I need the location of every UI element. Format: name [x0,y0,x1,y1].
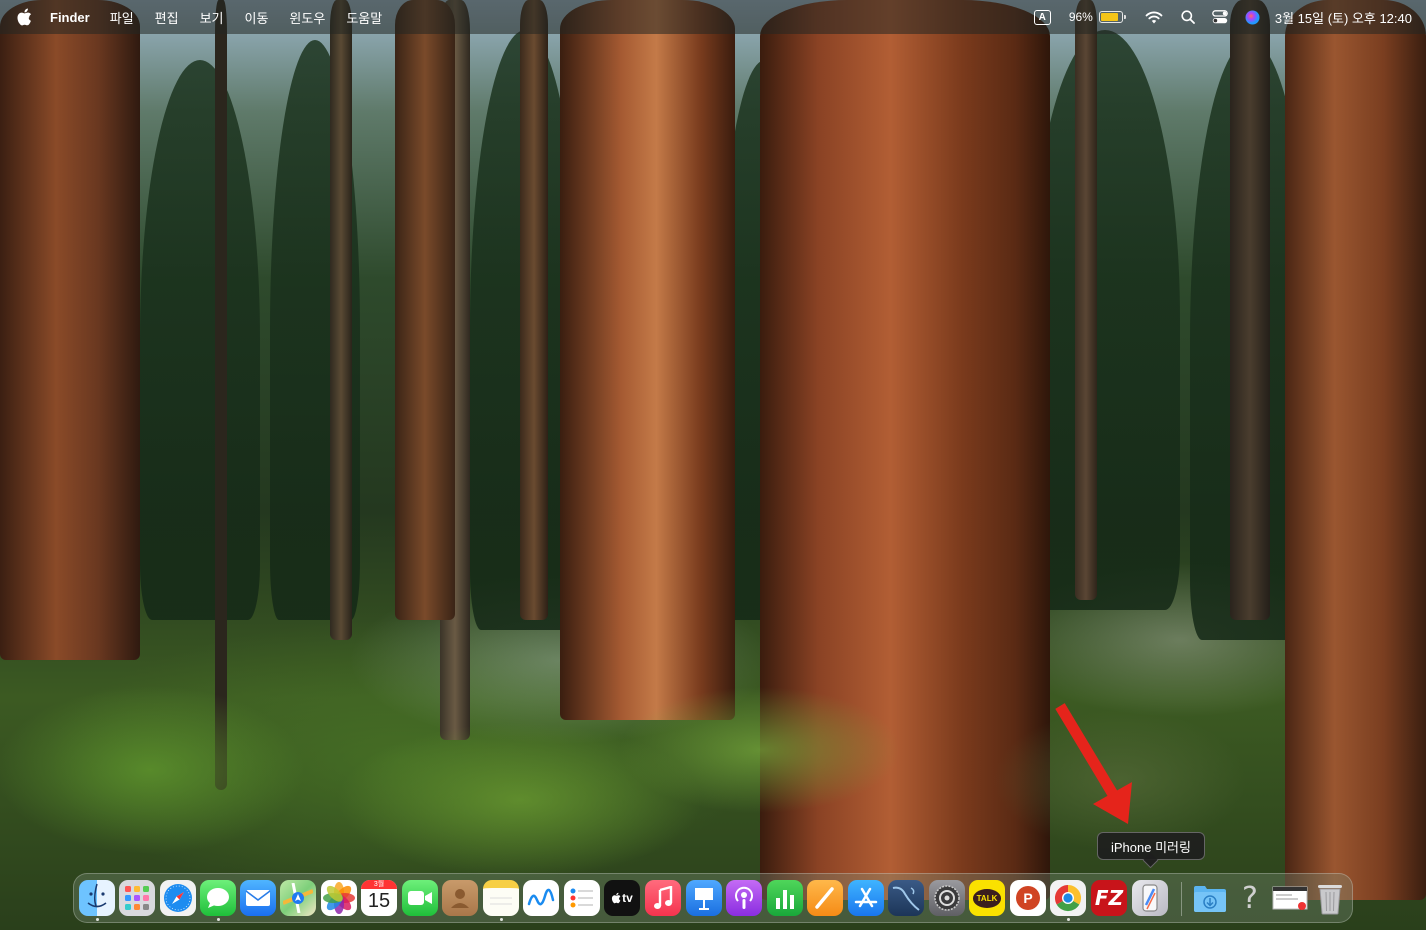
battery-icon[interactable] [1098,11,1126,23]
mail-icon[interactable] [240,880,276,916]
menu-view[interactable]: 보기 [200,8,224,27]
kakaotalk-label: TALK [972,888,1002,908]
desktop-wallpaper [0,0,1426,930]
dock-tooltip: iPhone 미러링 [1097,832,1205,860]
running-indicator [499,918,503,921]
question-mark-label: ? [1242,880,1258,916]
calendar-icon[interactable]: 3월 15 [361,880,397,916]
filezilla-label: FZ [1094,886,1124,910]
numbers-icon[interactable] [767,880,803,916]
facetime-icon[interactable] [402,880,438,916]
apple-tv-icon[interactable]: tv [604,880,640,916]
running-indicator [216,918,220,921]
calendar-month: 3월 [361,880,397,889]
dock: 3월 15 tv TALK P FZ ? [73,873,1353,923]
chrome-icon[interactable] [1050,880,1086,916]
menu-edit[interactable]: 편집 [155,8,179,27]
dock-separator [1181,882,1182,916]
menu-file[interactable]: 파일 [110,8,134,27]
apple-tv-label: tv [622,891,633,905]
contacts-icon[interactable] [442,880,478,916]
menu-window[interactable]: 윈도우 [289,8,325,27]
pages-icon[interactable] [807,880,843,916]
notes-icon[interactable] [483,880,519,916]
music-icon[interactable] [645,880,681,916]
menu-app-finder[interactable]: Finder [50,10,90,25]
powerpoint-label: P [1016,886,1040,910]
apple-icon[interactable] [16,8,32,26]
red-annotation-arrow [1055,703,1132,824]
filezilla-icon[interactable]: FZ [1091,880,1127,916]
freeform-icon[interactable] [523,880,559,916]
calendar-day: 15 [367,890,391,912]
mysql-workbench-icon[interactable] [888,880,924,916]
control-center-icon[interactable] [1212,10,1228,24]
question-mark-icon[interactable]: ? [1232,880,1268,916]
battery-percent: 96% [1068,10,1093,24]
photos-icon[interactable] [321,880,357,916]
menu-go[interactable]: 이동 [245,8,269,27]
downloads-folder-icon[interactable] [1192,880,1228,916]
powerpoint-icon[interactable]: P [1010,880,1046,916]
tooltip-label: iPhone 미러링 [1111,839,1191,855]
system-settings-icon[interactable] [929,880,965,916]
finder-icon[interactable] [79,880,115,916]
app-store-icon[interactable] [848,880,884,916]
running-indicator [95,918,99,921]
podcasts-icon[interactable] [726,880,762,916]
wifi-icon[interactable] [1145,11,1163,24]
safari-icon[interactable] [160,880,196,916]
keynote-icon[interactable] [686,880,722,916]
menu-help[interactable]: 도움말 [346,8,382,27]
menu-bar: Finder 파일 편집 보기 이동 윈도우 도움말 A 96% 3월 15일 … [0,0,1426,34]
maps-icon[interactable] [280,880,316,916]
messages-icon[interactable] [200,880,236,916]
running-indicator [1066,918,1070,921]
launchpad-icon[interactable] [119,880,155,916]
kakaotalk-icon[interactable]: TALK [969,880,1005,916]
input-source-icon[interactable]: A [1033,9,1051,25]
iphone-mirroring-icon[interactable] [1132,880,1168,916]
trash-icon[interactable] [1312,880,1348,916]
siri-icon[interactable] [1245,10,1260,25]
reminders-icon[interactable] [564,880,600,916]
menubar-clock[interactable]: 3월 15일 (토) 오후 12:40 [1275,8,1412,27]
spotlight-search-icon[interactable] [1181,10,1195,24]
screenshot-file-icon[interactable] [1272,880,1308,916]
